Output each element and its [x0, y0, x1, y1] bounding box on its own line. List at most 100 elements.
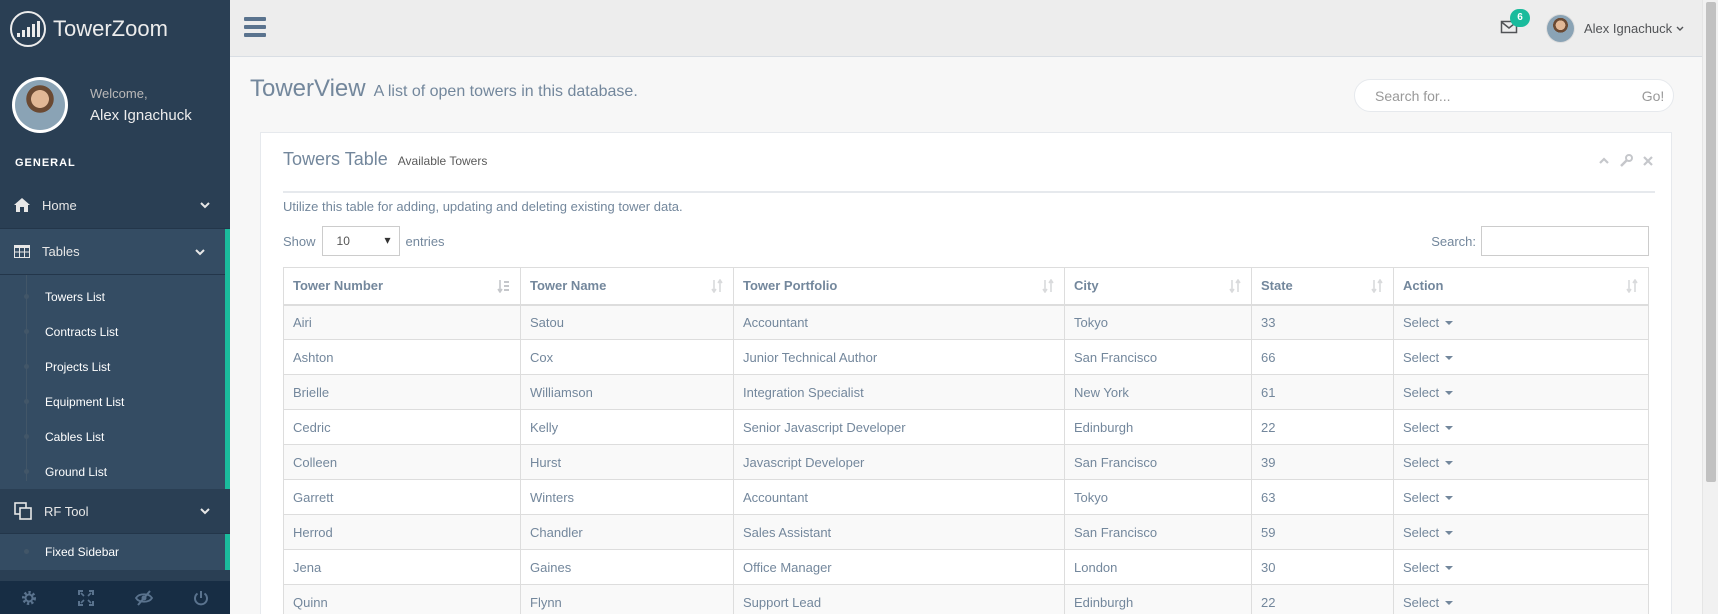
cell-tower-name: Williamson — [520, 374, 734, 410]
towers-table: Tower Number Tower Name Tower Portfolio … — [283, 267, 1649, 614]
brand[interactable]: TowerZoom — [0, 0, 230, 57]
sort-icon — [1371, 279, 1383, 293]
caret-down-icon — [1445, 531, 1454, 536]
cell-city: Tokyo — [1064, 479, 1252, 515]
sort-ascending-icon — [497, 280, 509, 293]
column-header-tower-number[interactable]: Tower Number — [283, 267, 521, 306]
logout-button[interactable] — [173, 581, 231, 614]
cell-city: Edinburgh — [1064, 409, 1252, 445]
cell-city: San Francisco — [1064, 444, 1252, 480]
table-row: Garrett Winters Accountant Tokyo 63 Select — [283, 479, 1649, 515]
cell-tower-name: Cox — [520, 339, 734, 375]
lock-button[interactable] — [115, 581, 173, 614]
profile-name: Alex Ignachuck — [90, 107, 192, 124]
sidebar-item-label: RF Tool — [44, 503, 89, 519]
panel-subtitle: Available Towers — [397, 154, 488, 168]
avatar — [12, 77, 68, 133]
action-label: Select — [1403, 349, 1440, 365]
action-dropdown[interactable]: Select — [1393, 374, 1649, 410]
sidebar-item-contracts-list[interactable]: Contracts List — [0, 314, 225, 349]
sidebar-item-projects-list[interactable]: Projects List — [0, 349, 225, 384]
welcome-text: Welcome, — [90, 86, 148, 101]
caret-down-icon — [1445, 566, 1454, 571]
user-menu[interactable]: Alex Ignachuck — [1546, 14, 1685, 43]
column-header-tower-portfolio[interactable]: Tower Portfolio — [733, 267, 1065, 306]
action-dropdown[interactable]: Select — [1393, 549, 1649, 585]
show-label: Show — [283, 233, 316, 249]
entries-length-control: Show 10 entries — [283, 226, 445, 256]
action-label: Select — [1403, 594, 1440, 610]
action-dropdown[interactable]: Select — [1393, 514, 1649, 550]
action-dropdown[interactable]: Select — [1393, 584, 1649, 614]
cell-state: 39 — [1251, 444, 1394, 480]
caret-down-icon — [1445, 496, 1454, 501]
wrench-icon[interactable] — [1619, 154, 1633, 168]
cell-city: San Francisco — [1064, 514, 1252, 550]
table-row: Ashton Cox Junior Technical Author San Fran… — [283, 339, 1649, 375]
gear-icon — [21, 590, 36, 605]
chevron-down-icon — [195, 248, 205, 255]
settings-button[interactable] — [0, 581, 58, 614]
sidebar-item-towers-list[interactable]: Towers List — [0, 279, 225, 314]
sidebar-item-equipment-list[interactable]: Equipment List — [0, 384, 225, 419]
scrollbar-thumb[interactable] — [1706, 2, 1716, 482]
sort-icon — [711, 279, 723, 293]
action-dropdown[interactable]: Select — [1393, 444, 1649, 480]
column-header-label: Tower Portfolio — [743, 278, 838, 294]
sidebar-item-rf-tool[interactable]: RF Tool — [0, 489, 230, 533]
action-dropdown[interactable]: Select — [1393, 339, 1649, 375]
table-row: Quinn Flynn Support Lead Edinburgh 22 Select — [283, 584, 1649, 614]
column-header-label: Tower Number — [293, 278, 384, 294]
cell-tower-name: Winters — [520, 479, 734, 515]
column-header-city[interactable]: City — [1064, 267, 1252, 306]
cell-tower-portfolio: Junior Technical Author — [733, 339, 1065, 375]
section-title: GENERAL — [15, 157, 76, 169]
caret-down-icon — [1445, 356, 1454, 361]
top-search: Go! — [1354, 79, 1674, 112]
action-dropdown[interactable]: Select — [1393, 304, 1649, 340]
column-header-state[interactable]: State — [1251, 267, 1394, 306]
table-search-input[interactable] — [1481, 226, 1649, 256]
cell-city: Edinburgh — [1064, 584, 1252, 614]
sidebar-item-cables-list[interactable]: Cables List — [0, 419, 225, 454]
cell-tower-portfolio: Integration Specialist — [733, 374, 1065, 410]
panel-title: Towers Table — [283, 149, 388, 169]
sidebar-item-label: Tables — [42, 244, 80, 259]
go-button[interactable]: Go! — [1633, 88, 1673, 104]
sidebar-group-tables: Tables Towers List Contracts List Projec… — [0, 229, 230, 489]
cell-tower-name: Chandler — [520, 514, 734, 550]
close-icon[interactable] — [1641, 154, 1655, 168]
page-scrollbar[interactable] — [1702, 0, 1718, 614]
sidebar-item-tables[interactable]: Tables — [0, 229, 225, 275]
cell-city: San Francisco — [1064, 339, 1252, 375]
action-label: Select — [1403, 384, 1440, 400]
sidebar-item-home[interactable]: Home — [0, 182, 230, 228]
cell-state: 30 — [1251, 549, 1394, 585]
cell-state: 22 — [1251, 409, 1394, 445]
action-label: Select — [1403, 489, 1440, 505]
action-dropdown[interactable]: Select — [1393, 409, 1649, 445]
tables-submenu: Towers List Contracts List Projects List… — [0, 275, 225, 489]
column-header-tower-name[interactable]: Tower Name — [520, 267, 734, 306]
sidebar-item-ground-list[interactable]: Ground List — [0, 454, 225, 489]
entries-label: entries — [405, 233, 445, 249]
sidebar: TowerZoom Welcome, Alex Ignachuck GENERA… — [0, 0, 230, 614]
cell-tower-number: Cedric — [283, 409, 521, 445]
cell-tower-number: Ashton — [283, 339, 521, 375]
cell-tower-portfolio: Support Lead — [733, 584, 1065, 614]
cell-tower-portfolio: Sales Assistant — [733, 514, 1065, 550]
cell-tower-portfolio: Senior Javascript Developer — [733, 409, 1065, 445]
menu-toggle-icon[interactable] — [244, 17, 266, 37]
fullscreen-icon — [78, 589, 95, 606]
sidebar-item-fixed-sidebar[interactable]: Fixed Sidebar — [0, 534, 225, 570]
chevron-up-icon[interactable] — [1597, 154, 1611, 168]
entries-select[interactable]: 10 — [321, 226, 400, 256]
caret-down-icon — [1445, 461, 1454, 466]
action-dropdown[interactable]: Select — [1393, 479, 1649, 515]
table-search-control: Search: — [1431, 226, 1649, 256]
fullscreen-button[interactable] — [58, 581, 116, 614]
column-header-action[interactable]: Action — [1393, 267, 1649, 306]
table-row: Jena Gaines Office Manager London 30 Select — [283, 549, 1649, 585]
search-input[interactable] — [1375, 87, 1633, 104]
sort-icon — [1229, 279, 1241, 293]
